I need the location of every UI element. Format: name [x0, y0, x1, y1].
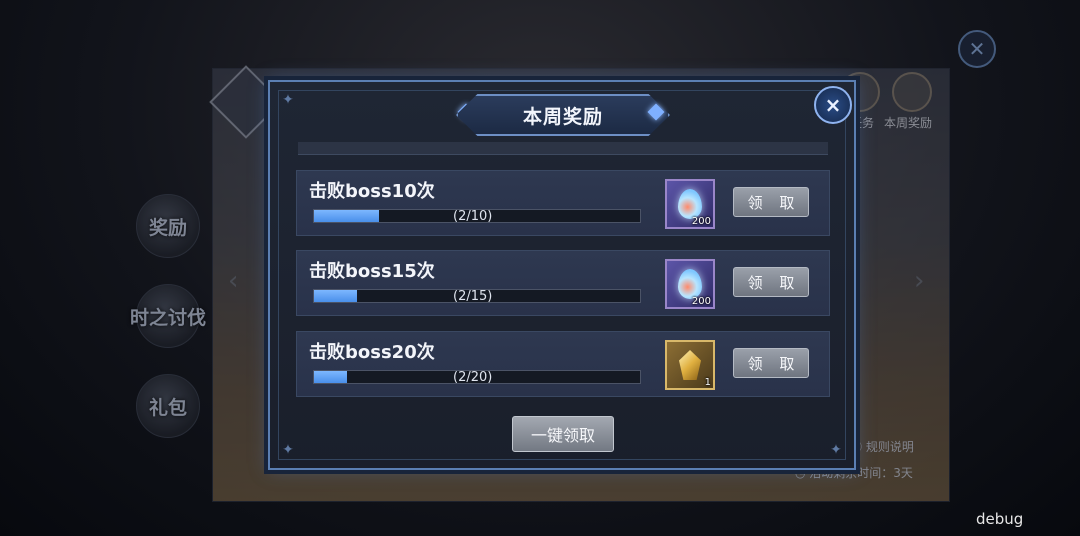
corner-ornament-icon: ✦ [282, 442, 294, 458]
crystal-drop-icon[interactable]: 200 [665, 259, 715, 309]
drop-shape [678, 269, 702, 299]
dialog-title-plate: 本周奖励 [456, 94, 670, 136]
side-menu-time-crusade[interactable]: 时之讨伐 [130, 284, 206, 348]
weekly-reward-icon[interactable] [892, 72, 932, 112]
debug-label[interactable]: debug [976, 510, 1023, 528]
claim-button[interactable]: 领 取 [733, 267, 809, 297]
reward-row: 击败boss20次 (2/20) 1 领 取 [296, 331, 830, 397]
drop-shape [678, 189, 702, 219]
reward-row-title: 击败boss20次 [309, 342, 435, 363]
close-icon: × [824, 93, 842, 117]
rules-label: 规则说明 [865, 440, 914, 454]
reward-count: 1 [704, 377, 711, 388]
rules-link[interactable]: ⓘ 规则说明 [850, 438, 914, 455]
side-menu-gift[interactable]: 礼包 [136, 374, 200, 438]
claim-button[interactable]: 领 取 [733, 187, 809, 217]
progress-fill [314, 290, 358, 302]
reward-row-title: 击败boss15次 [309, 261, 435, 282]
reward-count: 200 [691, 296, 711, 307]
side-menu-label: 时之讨伐 [130, 306, 207, 329]
crystal-drop-icon[interactable]: 200 [665, 179, 715, 229]
corner-ornament-icon: ✦ [282, 92, 294, 108]
crystal-shape [679, 350, 701, 380]
reward-count: 200 [691, 216, 711, 227]
left-arrow-icon[interactable]: ‹ [228, 266, 238, 296]
progress-text: (2/20) [453, 370, 493, 385]
tab-weekly-reward-label[interactable]: 本周奖励 [884, 114, 932, 131]
progress-fill [314, 371, 347, 383]
claim-button[interactable]: 领 取 [733, 348, 809, 378]
progress-fill [314, 210, 380, 222]
gold-crystal-icon[interactable]: 1 [665, 340, 715, 390]
weekly-reward-dialog: ✦ ✦ ✦ 本周奖励 × 击败boss10次 (2/10) 200 领 取 击败… [268, 80, 856, 470]
side-menu-label: 礼包 [148, 396, 187, 419]
right-arrow-icon[interactable]: › [914, 266, 924, 296]
reward-row: 击败boss15次 (2/15) 200 领 取 [296, 250, 830, 316]
close-button[interactable]: × [814, 86, 852, 124]
scrolled-row-edge [298, 142, 828, 155]
progress-text: (2/15) [453, 289, 493, 304]
outer-close-icon[interactable]: ✕ [958, 30, 996, 68]
reward-row-title: 击败boss10次 [309, 181, 435, 202]
dialog-title: 本周奖励 [522, 105, 603, 128]
side-menu-label: 奖励 [148, 216, 187, 239]
reward-row: 击败boss10次 (2/10) 200 领 取 [296, 170, 830, 236]
side-menu-rewards[interactable]: 奖励 [136, 194, 200, 258]
corner-ornament-icon: ✦ [830, 442, 842, 458]
progress-text: (2/10) [453, 209, 493, 224]
claim-all-button[interactable]: 一键领取 [512, 416, 614, 452]
